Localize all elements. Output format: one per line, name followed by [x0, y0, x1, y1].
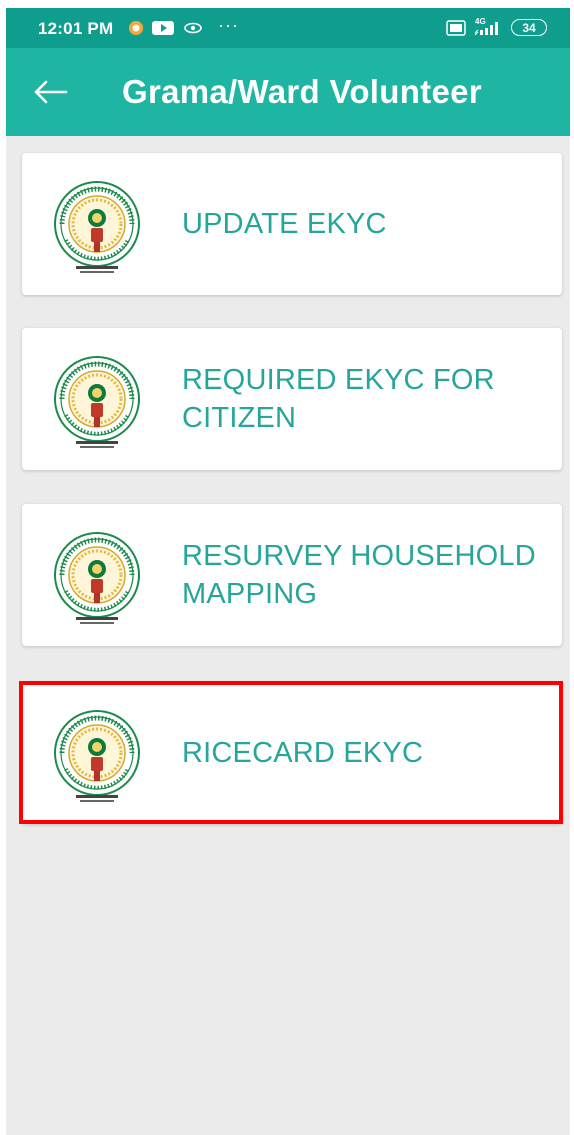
- menu-item-update-ekyc[interactable]: UPDATE EKYC: [22, 153, 562, 295]
- more-notifications: ···: [218, 15, 239, 35]
- volte-icon: [446, 20, 466, 36]
- menu-item-label: REQUIRED EKYC FOR CITIZEN: [182, 364, 495, 434]
- app-bar: Grama/Ward Volunteer: [6, 48, 570, 136]
- menu-item-label: RICECARD EKYC: [182, 737, 424, 769]
- status-bar: 12:01 PM ··· 4G 34: [6, 8, 570, 48]
- ap-emblem-icon: [52, 531, 142, 627]
- page-title: Grama/Ward Volunteer: [122, 73, 482, 110]
- status-time: 12:01 PM: [38, 19, 114, 38]
- signal-icon: [474, 22, 498, 36]
- menu-item-label: UPDATE EKYC: [182, 208, 387, 240]
- eye-icon: [184, 22, 202, 34]
- battery-level: 34: [522, 20, 536, 35]
- ap-emblem-icon: [52, 709, 142, 805]
- menu-item-ricecard-ekyc[interactable]: RICECARD EKYC: [22, 682, 562, 824]
- app-screen: 12:01 PM ··· 4G 34 Grama/Ward Volunteer …: [6, 8, 570, 1135]
- back-button[interactable]: [28, 70, 72, 114]
- menu-item-label: RESURVEY HOUSEHOLD MAPPING: [182, 540, 536, 610]
- ap-emblem-icon: [52, 180, 142, 276]
- arrow-left-icon: [34, 80, 68, 104]
- record-app-icon: [128, 20, 144, 36]
- menu-item-required-ekyc-for-citizen[interactable]: REQUIRED EKYC FOR CITIZEN: [22, 328, 562, 470]
- youtube-icon: [152, 21, 174, 35]
- menu-item-resurvey-household-mapping[interactable]: RESURVEY HOUSEHOLD MAPPING: [22, 504, 562, 646]
- battery-icon: 34: [511, 19, 547, 36]
- ap-emblem-icon: [52, 355, 142, 451]
